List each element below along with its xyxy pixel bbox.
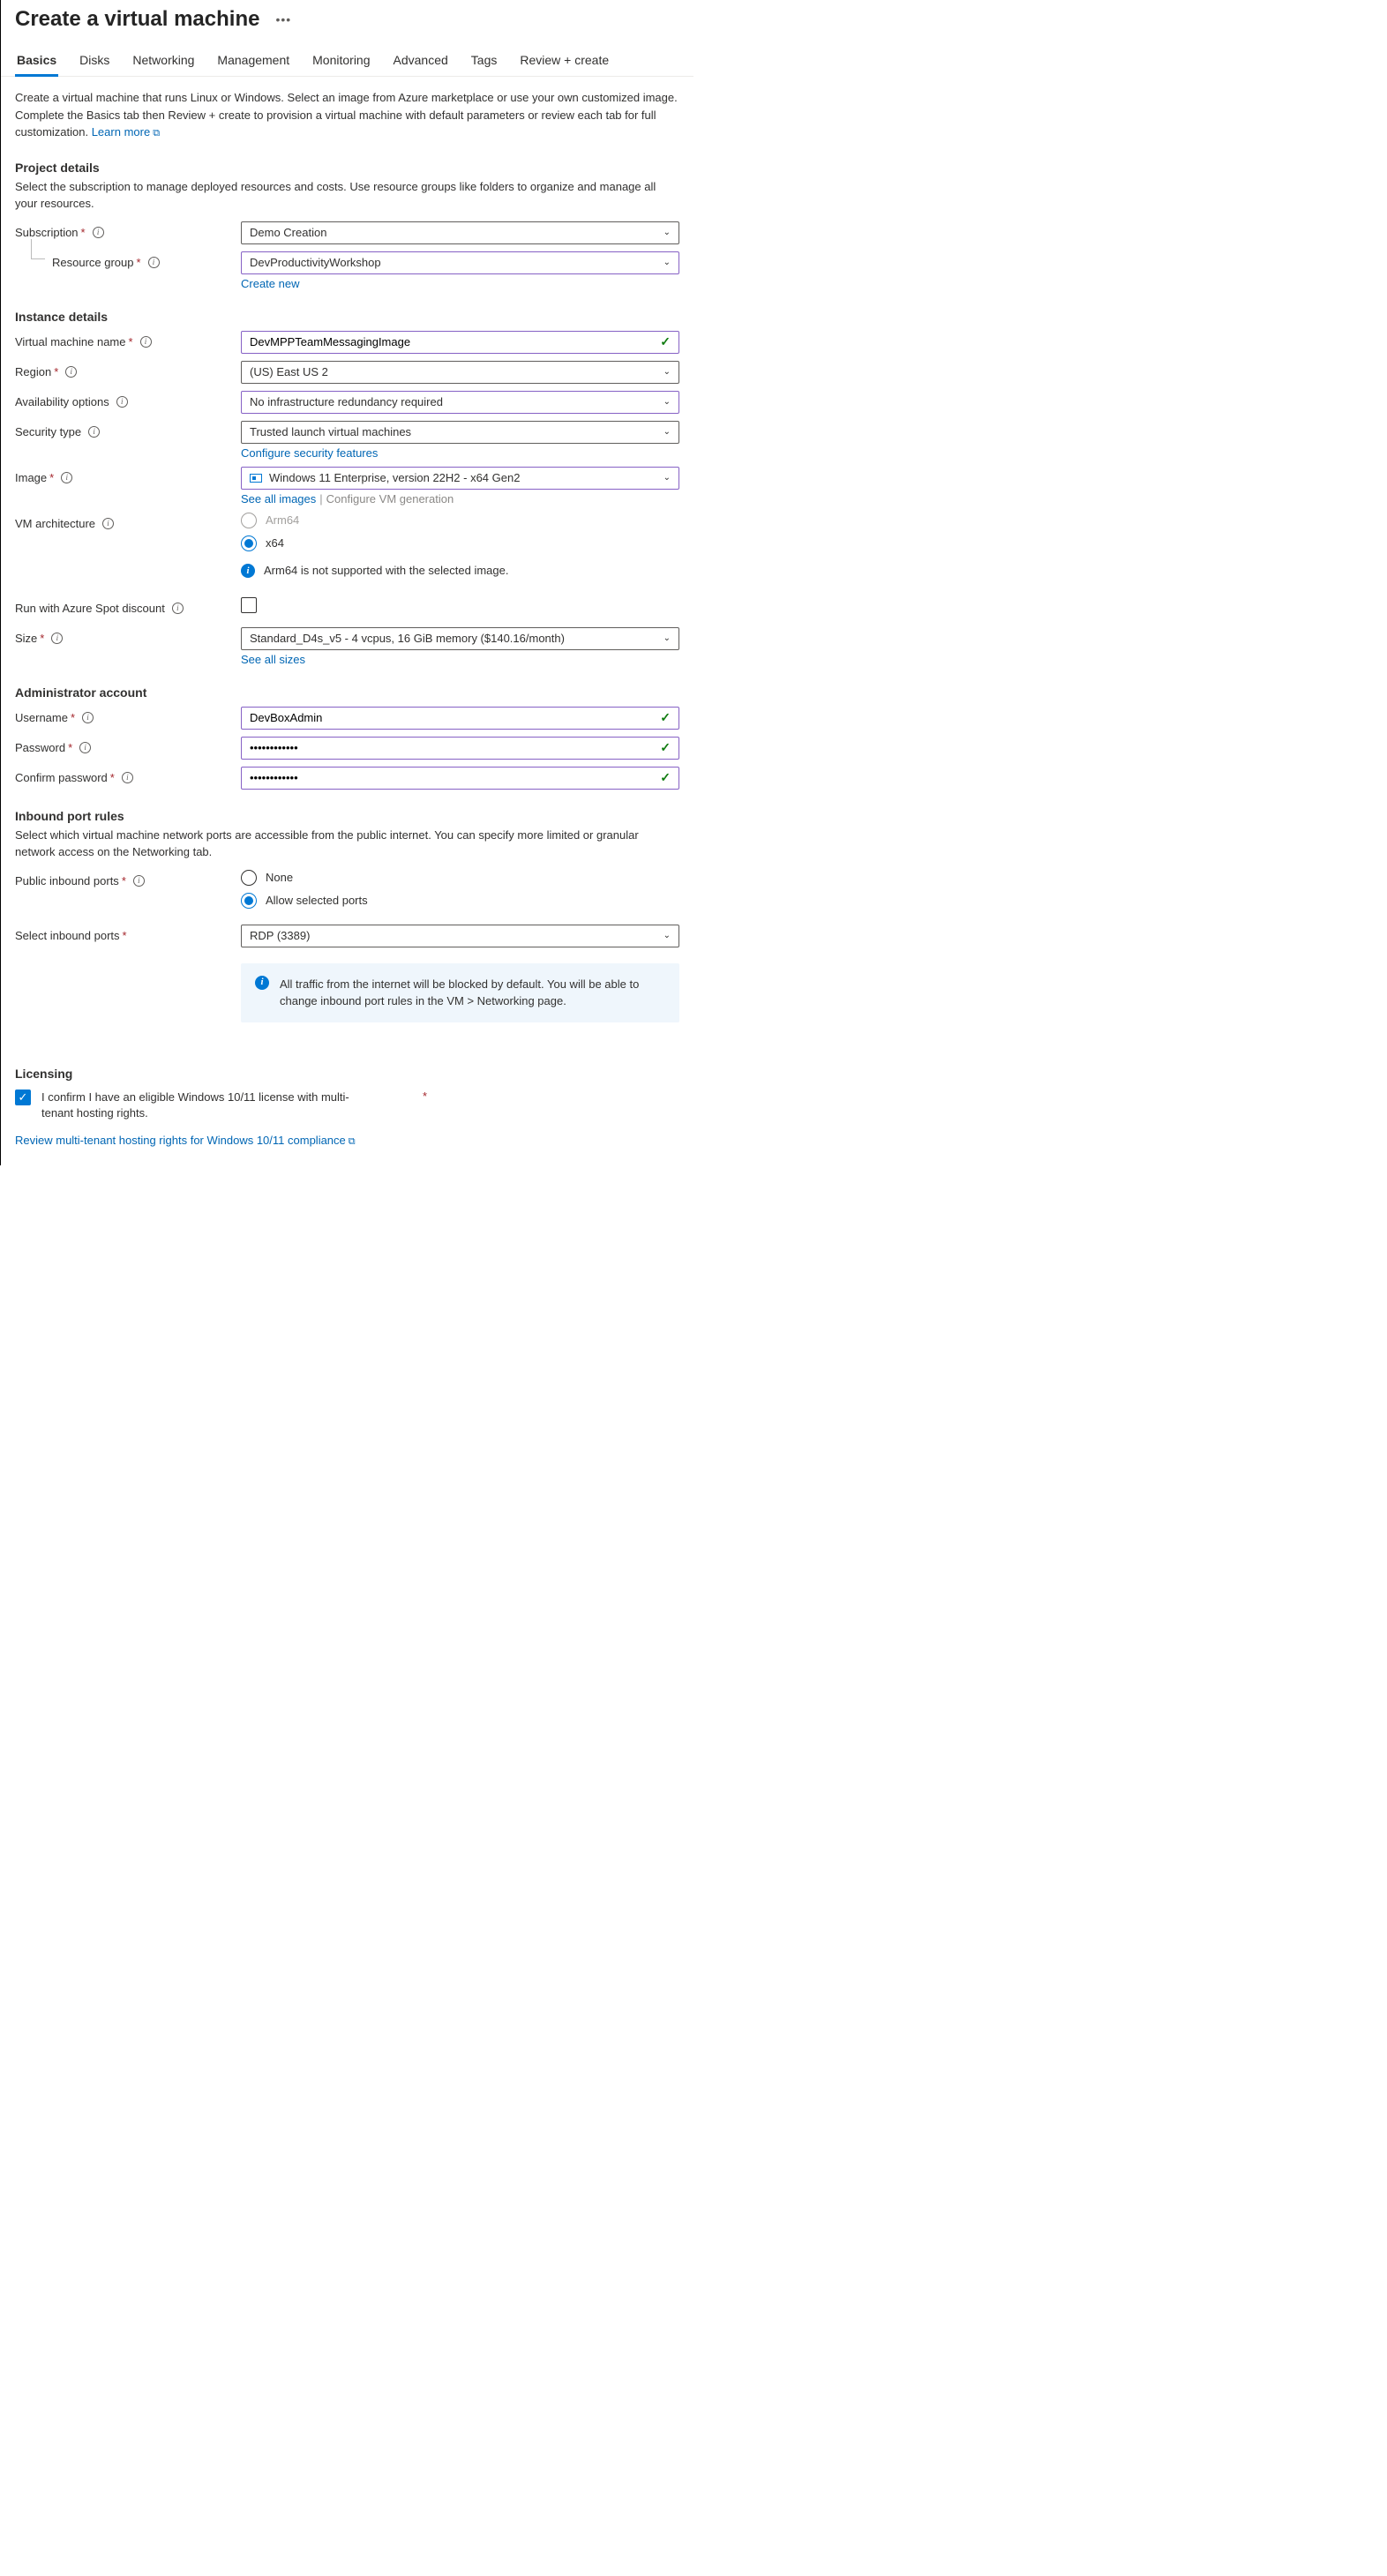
confirm-password-label: Confirm password: [15, 771, 108, 784]
info-icon[interactable]: i: [122, 772, 133, 783]
section-project-details: Project details: [15, 161, 679, 175]
configure-security-link[interactable]: Configure security features: [241, 446, 679, 460]
info-icon[interactable]: i: [88, 426, 100, 438]
learn-more-link[interactable]: Learn more⧉: [92, 125, 160, 139]
check-icon: ✓: [660, 770, 671, 785]
info-icon[interactable]: i: [133, 875, 145, 887]
vm-architecture-label: VM architecture: [15, 517, 95, 530]
licensing-check-text: I confirm I have an eligible Windows 10/…: [41, 1090, 377, 1121]
info-icon[interactable]: i: [82, 712, 94, 723]
availability-label: Availability options: [15, 395, 109, 408]
check-icon: ✓: [660, 710, 671, 725]
security-type-label: Security type: [15, 425, 81, 438]
password-input[interactable]: ✓: [241, 737, 679, 760]
info-icon[interactable]: i: [65, 366, 77, 378]
tab-advanced[interactable]: Advanced: [392, 44, 450, 76]
windows-image-icon: [250, 474, 262, 483]
chevron-down-icon: ⌄: [664, 397, 671, 407]
subscription-select[interactable]: Demo Creation ⌄: [241, 221, 679, 244]
spot-discount-checkbox[interactable]: [241, 597, 257, 613]
review-hosting-rights-link[interactable]: Review multi-tenant hosting rights for W…: [15, 1134, 356, 1147]
see-all-sizes-link[interactable]: See all sizes: [241, 653, 679, 666]
intro-text: Create a virtual machine that runs Linux…: [15, 89, 679, 141]
tab-management[interactable]: Management: [215, 44, 291, 76]
create-new-link[interactable]: Create new: [241, 277, 679, 290]
region-label: Region: [15, 365, 51, 378]
more-icon[interactable]: •••: [275, 12, 291, 26]
section-instance-details: Instance details: [15, 310, 679, 324]
spot-discount-label: Run with Azure Spot discount: [15, 602, 165, 615]
size-select[interactable]: Standard_D4s_v5 - 4 vcpus, 16 GiB memory…: [241, 627, 679, 650]
info-icon[interactable]: i: [140, 336, 152, 348]
external-link-icon: ⧉: [153, 126, 160, 141]
section-licensing: Licensing: [15, 1067, 679, 1081]
vm-name-label: Virtual machine name: [15, 335, 126, 348]
info-icon: i: [241, 564, 255, 578]
licensing-checkbox[interactable]: ✓: [15, 1090, 31, 1105]
image-select[interactable]: Windows 11 Enterprise, version 22H2 - x6…: [241, 467, 679, 490]
see-all-images-link[interactable]: See all images: [241, 492, 316, 505]
section-admin-account: Administrator account: [15, 685, 679, 700]
select-inbound-select[interactable]: RDP (3389) ⌄: [241, 925, 679, 947]
chevron-down-icon: ⌄: [664, 427, 671, 437]
info-icon[interactable]: i: [172, 603, 184, 614]
info-icon[interactable]: i: [102, 518, 114, 529]
project-details-desc: Select the subscription to manage deploy…: [15, 178, 679, 213]
info-icon[interactable]: i: [61, 472, 72, 483]
check-icon: ✓: [660, 740, 671, 755]
page-title: Create a virtual machine: [15, 7, 259, 32]
info-icon: i: [255, 976, 269, 990]
chevron-down-icon: ⌄: [664, 633, 671, 643]
region-select[interactable]: (US) East US 2 ⌄: [241, 361, 679, 384]
chevron-down-icon: ⌄: [664, 228, 671, 237]
tab-disks[interactable]: Disks: [78, 44, 111, 76]
section-inbound: Inbound port rules: [15, 809, 679, 823]
image-label: Image: [15, 471, 47, 484]
tab-basics[interactable]: Basics: [15, 44, 58, 76]
external-link-icon: ⧉: [349, 1136, 356, 1148]
chevron-down-icon: ⌄: [664, 367, 671, 377]
arch-x64-radio[interactable]: x64: [241, 535, 679, 551]
chevron-down-icon: ⌄: [664, 931, 671, 940]
tab-networking[interactable]: Networking: [131, 44, 196, 76]
inbound-none-radio[interactable]: None: [241, 870, 679, 886]
size-label: Size: [15, 632, 37, 645]
tab-monitoring[interactable]: Monitoring: [311, 44, 371, 76]
info-icon[interactable]: i: [51, 633, 63, 644]
username-input[interactable]: ✓: [241, 707, 679, 730]
configure-vm-generation: Configure VM generation: [326, 492, 454, 505]
vm-name-input[interactable]: ✓: [241, 331, 679, 354]
subscription-label: Subscription: [15, 226, 79, 239]
inbound-allow-radio[interactable]: Allow selected ports: [241, 893, 679, 909]
tab-tags[interactable]: Tags: [469, 44, 499, 76]
check-icon: ✓: [660, 334, 671, 349]
public-inbound-label: Public inbound ports: [15, 874, 119, 887]
inbound-callout: i All traffic from the internet will be …: [241, 963, 679, 1022]
select-inbound-label: Select inbound ports: [15, 929, 120, 942]
security-type-select[interactable]: Trusted launch virtual machines ⌄: [241, 421, 679, 444]
inbound-desc: Select which virtual machine network por…: [15, 827, 679, 861]
password-label: Password: [15, 741, 65, 754]
info-icon[interactable]: i: [116, 396, 128, 408]
arch-arm64-radio: Arm64: [241, 513, 679, 528]
tab-review-create[interactable]: Review + create: [518, 44, 611, 76]
resource-group-label: Resource group: [52, 256, 134, 269]
info-icon[interactable]: i: [93, 227, 104, 238]
info-icon[interactable]: i: [79, 742, 91, 753]
chevron-down-icon: ⌄: [664, 473, 671, 483]
tabs: Basics Disks Networking Management Monit…: [1, 44, 694, 77]
availability-select[interactable]: No infrastructure redundancy required ⌄: [241, 391, 679, 414]
resource-group-select[interactable]: DevProductivityWorkshop ⌄: [241, 251, 679, 274]
info-icon[interactable]: i: [148, 257, 160, 268]
chevron-down-icon: ⌄: [664, 258, 671, 267]
username-label: Username: [15, 711, 68, 724]
arch-info-text: Arm64 is not supported with the selected…: [264, 564, 508, 577]
confirm-password-input[interactable]: ✓: [241, 767, 679, 790]
